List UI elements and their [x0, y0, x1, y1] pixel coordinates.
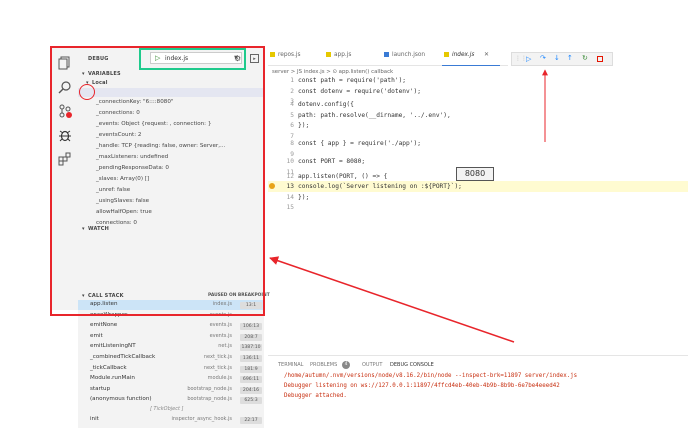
callstack-frame[interactable]: Module.runMain module.js 696:11 — [90, 375, 262, 386]
tab-output[interactable]: OUTPUT — [362, 362, 382, 368]
tab-terminal[interactable]: TERMINAL — [278, 362, 303, 368]
callstack-frame[interactable]: emit events.js 208:7 — [90, 333, 262, 344]
code-line[interactable]: 4 dotenv.config({ — [268, 101, 668, 112]
callstack-frame[interactable]: init inspector_async_hook.js 22:17 — [90, 416, 262, 427]
annotation-green-box — [139, 48, 246, 70]
code-line[interactable]: 2 const dotenv = require('dotenv'); — [268, 88, 668, 99]
callstack-frame[interactable]: _tickCallback next_tick.js 181:9 — [90, 365, 262, 376]
debug-actions-toolbar: ⋮⋮ ▷ ↷ ↓ ↑ ↻ — [511, 52, 613, 66]
active-tab-underline — [442, 65, 500, 66]
tab-app[interactable]: app.js — [326, 52, 351, 58]
problems-count-badge: 4 — [342, 361, 350, 369]
bottom-panel: TERMINAL PROBLEMS 4 OUTPUT DEBUG CONSOLE… — [268, 356, 668, 428]
arrow-to-sidebar — [269, 256, 515, 343]
tab-repos[interactable]: repos.js — [270, 52, 301, 58]
step-over-icon[interactable]: ↷ — [540, 54, 546, 62]
code-line[interactable]: 14}); — [268, 194, 668, 205]
async-separator: [ TickObject ] — [150, 406, 184, 412]
continue-icon[interactable]: ▷ — [526, 55, 531, 63]
tab-launch-json[interactable]: launch.json — [384, 52, 425, 58]
code-line[interactable]: 6}); — [268, 122, 668, 133]
close-tab-icon[interactable]: ✕ — [484, 51, 489, 58]
restart-icon[interactable]: ↻ — [582, 54, 588, 62]
hover-value: 8080 — [464, 169, 486, 178]
callstack-frame[interactable]: emitNone events.js 106:13 — [90, 322, 262, 333]
console-line: Debugger attached. — [284, 393, 347, 399]
code-line[interactable]: 1 const path = require('path'); — [268, 77, 668, 88]
tab-problems[interactable]: PROBLEMS — [310, 362, 337, 368]
console-line: Debugger listening on ws://127.0.0.1:118… — [284, 383, 560, 389]
callstack-frame[interactable]: _combinedTickCallback next_tick.js 136:11 — [90, 354, 262, 365]
callstack-frame[interactable]: startup bootstrap_node.js 204:16 — [90, 386, 262, 397]
code-line[interactable]: 5 path: path.resolve(__dirname, '../.env… — [268, 112, 668, 123]
step-into-icon[interactable]: ↓ — [554, 54, 560, 62]
breadcrumb[interactable]: server > JS index.js > ⊙ app.listen() ca… — [272, 69, 393, 75]
callstack-frame[interactable]: emitListeningNT net.js 1387:10 — [90, 343, 262, 354]
code-line[interactable]: 15 — [268, 204, 668, 215]
hover-value-tooltip: 8080 — [456, 167, 494, 181]
tab-index-active[interactable]: index.js — [444, 52, 474, 58]
console-line: /home/autumn/.nvm/versions/node/v8.16.2/… — [284, 373, 578, 379]
tab-debug-console[interactable]: DEBUG CONSOLE — [390, 362, 434, 368]
stop-icon[interactable] — [597, 56, 603, 62]
annotation-red-circle — [79, 84, 95, 100]
code-line-current[interactable]: 13 console.log(`Server listening on :${P… — [268, 183, 668, 194]
step-out-icon[interactable]: ↑ — [567, 54, 573, 62]
editor-tab-bar: repos.js app.js launch.json index.js ✕ — [268, 48, 508, 66]
code-line[interactable]: 8 const { app } = require('./app'); — [268, 140, 668, 151]
